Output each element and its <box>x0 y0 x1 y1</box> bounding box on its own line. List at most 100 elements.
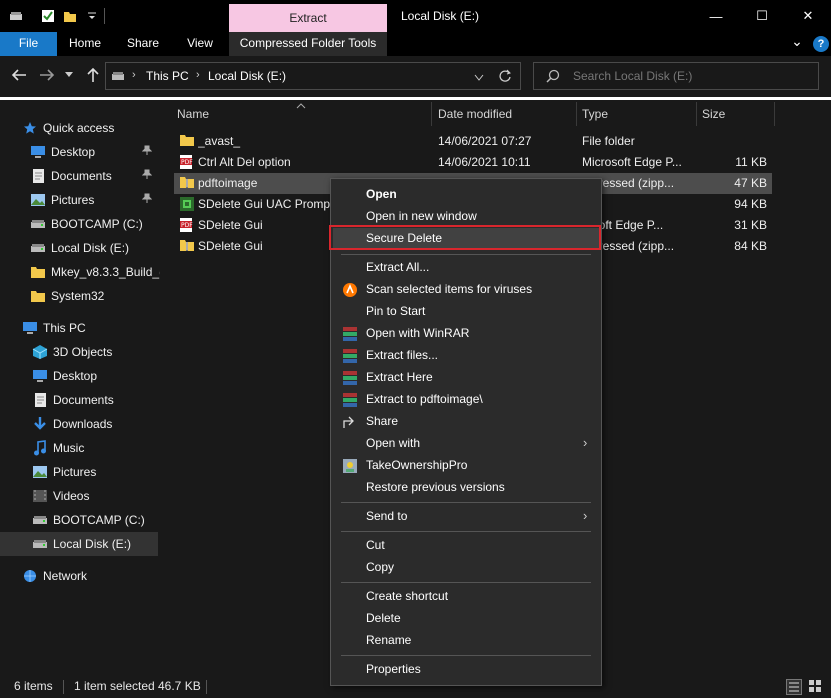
pdf-icon: PDF <box>179 217 195 233</box>
winrar-icon <box>342 392 358 408</box>
customize-quick-access-icon[interactable] <box>84 8 100 24</box>
pin-icon[interactable] <box>141 169 153 182</box>
nav-pc-item[interactable]: BOOTCAMP (C:) <box>0 508 158 532</box>
menu-item-extract-all[interactable]: Extract All... <box>333 257 599 279</box>
menu-separator <box>341 254 591 255</box>
minimize-button[interactable]: — <box>693 0 739 32</box>
tab-file[interactable]: File <box>0 32 57 56</box>
column-header-date[interactable]: Date modified <box>433 102 577 126</box>
details-view-icon[interactable] <box>786 679 802 695</box>
forward-arrow-icon[interactable] <box>38 66 56 84</box>
menu-item-extract-to[interactable]: Extract to pdftoimage\ <box>333 389 599 411</box>
help-icon[interactable]: ? <box>813 36 829 52</box>
maximize-button[interactable]: ☐ <box>739 0 785 32</box>
winrar-icon <box>342 348 358 364</box>
pin-icon[interactable] <box>141 193 153 206</box>
search-input[interactable]: Search Local Disk (E:) <box>533 62 819 90</box>
menu-item-cut[interactable]: Cut <box>333 535 599 557</box>
menu-item-open[interactable]: Open <box>333 184 599 206</box>
address-dropdown-icon[interactable] <box>474 71 484 81</box>
nav-pc-item[interactable]: Local Disk (E:) <box>0 532 158 556</box>
menu-item-properties[interactable]: Properties <box>333 659 599 681</box>
title-bar: Extract Local Disk (E:) — ☐ ✕ <box>0 0 831 32</box>
nav-pc-item[interactable]: Downloads <box>0 412 158 436</box>
network-icon <box>22 568 38 584</box>
quick-access-item[interactable]: Quick access <box>22 116 180 140</box>
title-divider <box>104 8 105 24</box>
desktop-icon <box>32 368 48 384</box>
close-button[interactable]: ✕ <box>785 0 831 32</box>
selection-size: 46.7 KB <box>158 679 201 693</box>
menu-item-restore-versions[interactable]: Restore previous versions <box>333 477 599 499</box>
menu-item-pin-start[interactable]: Pin to Start <box>333 301 599 323</box>
large-icons-view-icon[interactable] <box>808 679 824 695</box>
drive-icon <box>30 240 46 256</box>
nav-pc-item[interactable]: Desktop <box>0 364 158 388</box>
this-pc-item[interactable]: This PC <box>22 316 180 340</box>
take-ownership-icon <box>342 458 358 474</box>
menu-item-create-shortcut[interactable]: Create shortcut <box>333 586 599 608</box>
up-arrow-icon[interactable] <box>84 66 102 84</box>
nav-pc-item[interactable]: Music <box>0 436 158 460</box>
menu-item-open-with[interactable]: Open with › <box>333 433 599 455</box>
this-pc-label: This PC <box>43 321 86 335</box>
file-row[interactable]: _avast_ 14/06/2021 07:27 File folder <box>174 131 772 152</box>
nav-pc-item[interactable]: Pictures <box>0 460 158 484</box>
menu-separator <box>341 655 591 656</box>
menu-item-share[interactable]: Share <box>333 411 599 433</box>
videos-icon <box>32 488 48 504</box>
column-header-type[interactable]: Type <box>577 102 697 126</box>
breadcrumb-local-disk[interactable]: Local Disk (E:) <box>208 69 286 83</box>
file-row[interactable]: PDF Ctrl Alt Del option 14/06/2021 10:11… <box>174 152 772 173</box>
nav-item-label: Videos <box>53 489 90 503</box>
share-icon <box>342 414 358 430</box>
menu-item-copy[interactable]: Copy <box>333 557 599 579</box>
menu-item-send-to[interactable]: Send to › <box>333 506 599 528</box>
search-placeholder: Search Local Disk (E:) <box>573 69 693 83</box>
winrar-icon <box>342 370 358 386</box>
pictures-icon <box>32 464 48 480</box>
menu-item-take-ownership[interactable]: TakeOwnershipPro <box>333 455 599 477</box>
quick-access-label: Quick access <box>43 121 115 135</box>
app-icon <box>179 196 195 212</box>
computer-icon <box>22 320 38 336</box>
nav-pc-item[interactable]: Videos <box>0 484 158 508</box>
menu-item-rename[interactable]: Rename <box>333 630 599 652</box>
breadcrumb-this-pc[interactable]: This PC <box>146 69 189 83</box>
svg-text:PDF: PDF <box>181 159 193 166</box>
tab-view[interactable]: View <box>176 32 224 56</box>
file-name: _avast_ <box>198 134 241 148</box>
star-icon <box>22 120 38 136</box>
recent-locations-icon[interactable] <box>63 66 75 84</box>
nav-item-label: Pictures <box>51 193 95 207</box>
address-row: › This PC › Local Disk (E:) Search Local… <box>0 56 831 96</box>
menu-item-open-winrar[interactable]: Open with WinRAR <box>333 323 599 345</box>
drive-icon[interactable] <box>8 8 24 24</box>
menu-item-scan-viruses[interactable]: Scan selected items for viruses <box>333 279 599 301</box>
new-folder-icon[interactable] <box>62 8 78 24</box>
refresh-icon[interactable] <box>498 69 512 86</box>
menu-item-delete[interactable]: Delete <box>333 608 599 630</box>
network-item[interactable]: Network <box>22 564 180 588</box>
menu-separator <box>341 531 591 532</box>
nav-item-label: Mkey_v8.3.3_Build_( <box>51 265 164 279</box>
nav-item-label: Downloads <box>53 417 113 431</box>
menu-item-extract-files[interactable]: Extract files... <box>333 345 599 367</box>
tab-share[interactable]: Share <box>118 32 168 56</box>
tab-home[interactable]: Home <box>60 32 110 56</box>
column-header-name[interactable]: Name <box>172 102 432 126</box>
nav-pc-item[interactable]: 3D Objects <box>0 340 158 364</box>
documents-icon <box>32 392 48 408</box>
chevron-down-icon[interactable]: ⌄ <box>788 32 806 56</box>
pin-icon[interactable] <box>141 145 153 158</box>
nav-pc-item[interactable]: Documents <box>0 388 158 412</box>
properties-check-icon[interactable] <box>40 8 56 24</box>
address-bar[interactable]: › This PC › Local Disk (E:) <box>105 62 521 90</box>
file-type: Microsoft Edge P... <box>582 155 682 169</box>
tab-compressed-folder-tools[interactable]: Compressed Folder Tools <box>229 32 387 56</box>
nav-item-label: 3D Objects <box>53 345 113 359</box>
menu-item-extract-here[interactable]: Extract Here <box>333 367 599 389</box>
menu-separator <box>341 502 591 503</box>
column-header-size[interactable]: Size <box>697 102 775 126</box>
back-arrow-icon[interactable] <box>10 66 28 84</box>
